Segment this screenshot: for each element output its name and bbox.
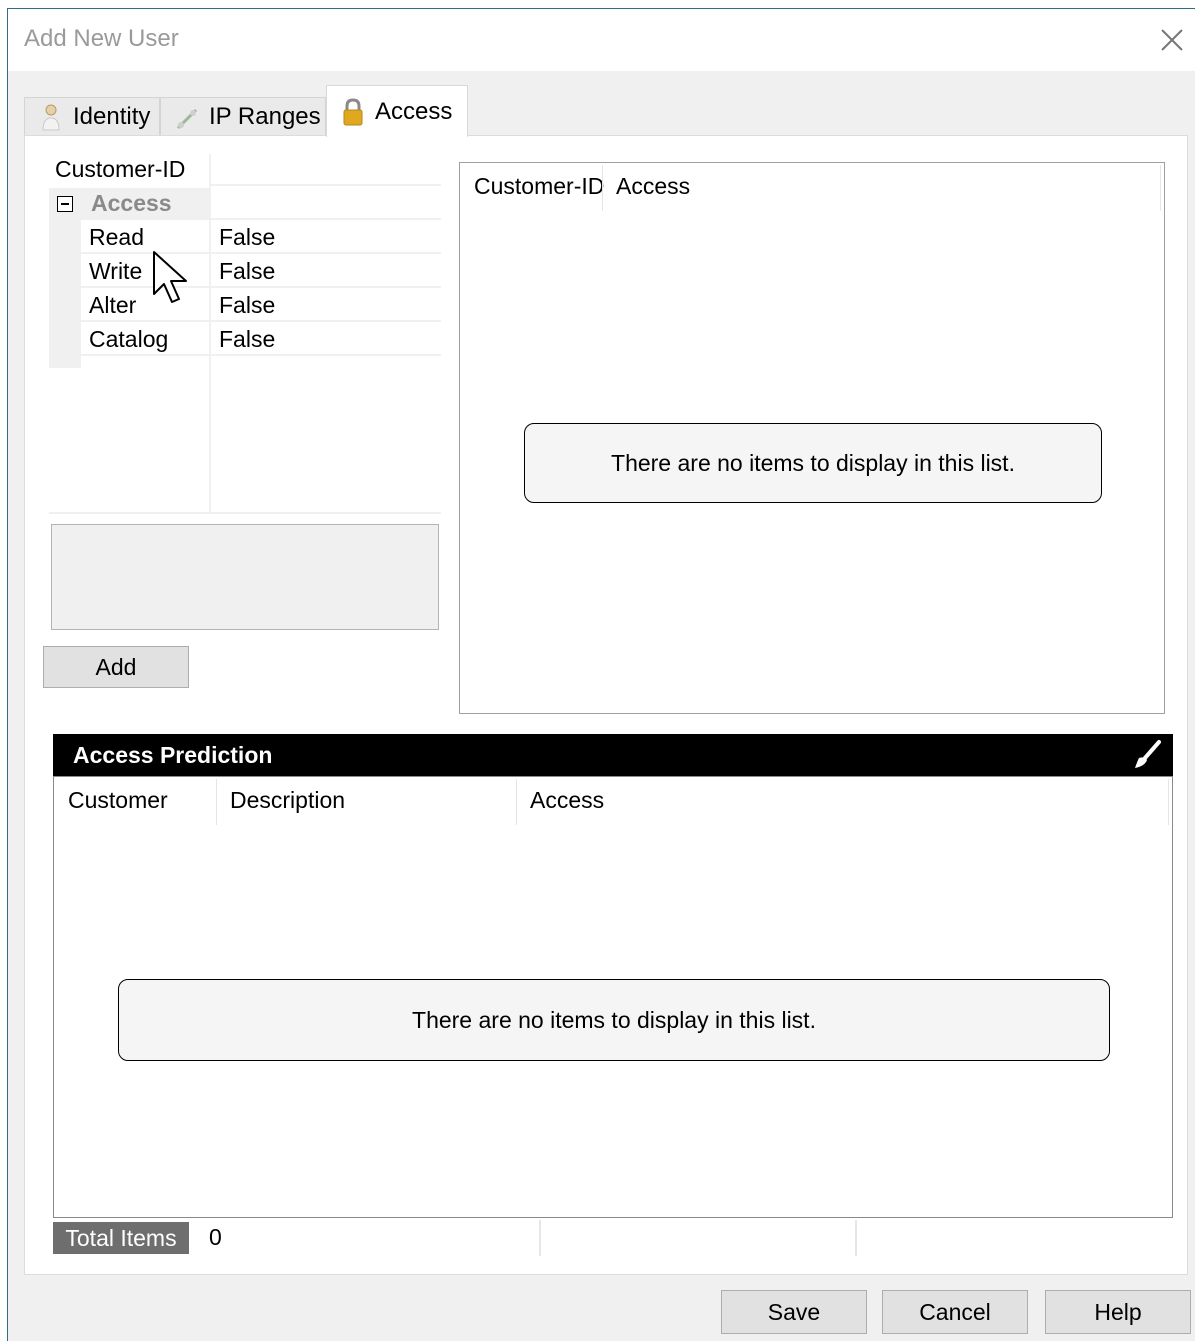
access-tab-page: Customer-ID Access Read False Write Fals… <box>24 135 1188 1275</box>
property-name: Catalog <box>89 326 169 352</box>
property-name: Read <box>89 224 144 250</box>
column-separator[interactable] <box>1168 779 1169 825</box>
category-label: Access <box>91 190 172 216</box>
help-button-label: Help <box>1094 1298 1142 1325</box>
property-value[interactable]: False <box>219 224 275 251</box>
status-bar: Total Items 0 <box>53 1220 1173 1256</box>
tab-access-label: Access <box>375 97 453 125</box>
row-divider <box>209 184 441 186</box>
tab-access[interactable]: Access <box>326 85 468 137</box>
tab-identity-label: Identity <box>73 102 151 130</box>
property-value[interactable]: False <box>219 292 275 319</box>
column-separator[interactable] <box>516 779 517 825</box>
grid-row-write[interactable]: Write False <box>49 256 441 288</box>
empty-list-message: There are no items to display in this li… <box>118 979 1110 1061</box>
column-separator[interactable] <box>216 779 217 825</box>
grid-header-row: Customer-ID <box>49 154 441 186</box>
empty-list-text: There are no items to display in this li… <box>412 1006 816 1033</box>
tab-strip: Identity IP Ranges Access <box>24 85 924 137</box>
property-value[interactable]: False <box>219 258 275 285</box>
column-header-customer-id[interactable]: Customer-ID <box>474 173 604 200</box>
column-separator[interactable] <box>602 165 603 211</box>
lock-icon <box>343 97 363 125</box>
add-button[interactable]: Add <box>43 646 189 688</box>
grid-row-read[interactable]: Read False <box>49 222 441 254</box>
grid-header-label: Customer-ID <box>55 156 186 182</box>
network-icon <box>176 108 198 129</box>
access-list[interactable]: Customer-ID Access There are no items to… <box>459 162 1165 714</box>
property-name: Write <box>89 258 143 284</box>
window-title: Add New User <box>24 25 179 52</box>
access-prediction-header: Access Prediction <box>53 734 1173 776</box>
property-description-panel <box>51 524 439 630</box>
row-divider <box>209 218 441 220</box>
cancel-button[interactable]: Cancel <box>882 1290 1028 1334</box>
property-value[interactable]: False <box>219 326 275 353</box>
access-prediction-list[interactable]: Customer Description Access There are no… <box>53 776 1173 1218</box>
column-header-customer[interactable]: Customer <box>68 787 168 814</box>
tab-identity[interactable]: Identity <box>24 97 160 135</box>
person-icon <box>42 104 60 130</box>
grid-category-access[interactable]: Access <box>49 188 441 220</box>
tab-ip-ranges-label: IP Ranges <box>209 102 321 130</box>
row-divider <box>81 286 441 288</box>
row-divider <box>81 320 441 322</box>
grid-bottom-line <box>49 512 441 514</box>
empty-list-text: There are no items to display in this li… <box>611 449 1015 476</box>
property-name: Alter <box>89 292 137 318</box>
total-items-label: Total Items <box>53 1222 189 1254</box>
collapse-icon[interactable] <box>57 196 73 212</box>
total-items-value: 0 <box>209 1224 222 1250</box>
grid-row-catalog[interactable]: Catalog False <box>49 324 441 356</box>
add-user-dialog: Add New User Identity IP Ranges Access C… <box>7 8 1195 1341</box>
column-separator[interactable] <box>1160 165 1161 211</box>
cancel-button-label: Cancel <box>919 1298 991 1325</box>
save-button[interactable]: Save <box>721 1290 867 1334</box>
close-icon[interactable] <box>1155 23 1189 57</box>
save-button-label: Save <box>767 1298 821 1325</box>
grid-row-alter[interactable]: Alter False <box>49 290 441 322</box>
empty-list-message: There are no items to display in this li… <box>524 423 1102 503</box>
title-bar: Add New User <box>8 9 1195 71</box>
status-separator <box>855 1220 857 1256</box>
add-button-label: Add <box>95 653 137 680</box>
column-header-description[interactable]: Description <box>230 787 345 814</box>
access-prediction-title: Access Prediction <box>73 742 273 768</box>
row-divider <box>81 354 441 356</box>
column-header-access[interactable]: Access <box>616 173 690 200</box>
tab-ip-ranges[interactable]: IP Ranges <box>160 97 326 135</box>
help-button[interactable]: Help <box>1045 1290 1191 1334</box>
column-header-access[interactable]: Access <box>530 787 604 814</box>
property-grid[interactable]: Customer-ID Access Read False Write Fals… <box>49 154 441 514</box>
clear-brush-icon[interactable] <box>1131 738 1165 772</box>
status-separator <box>539 1220 541 1256</box>
row-divider <box>81 252 441 254</box>
